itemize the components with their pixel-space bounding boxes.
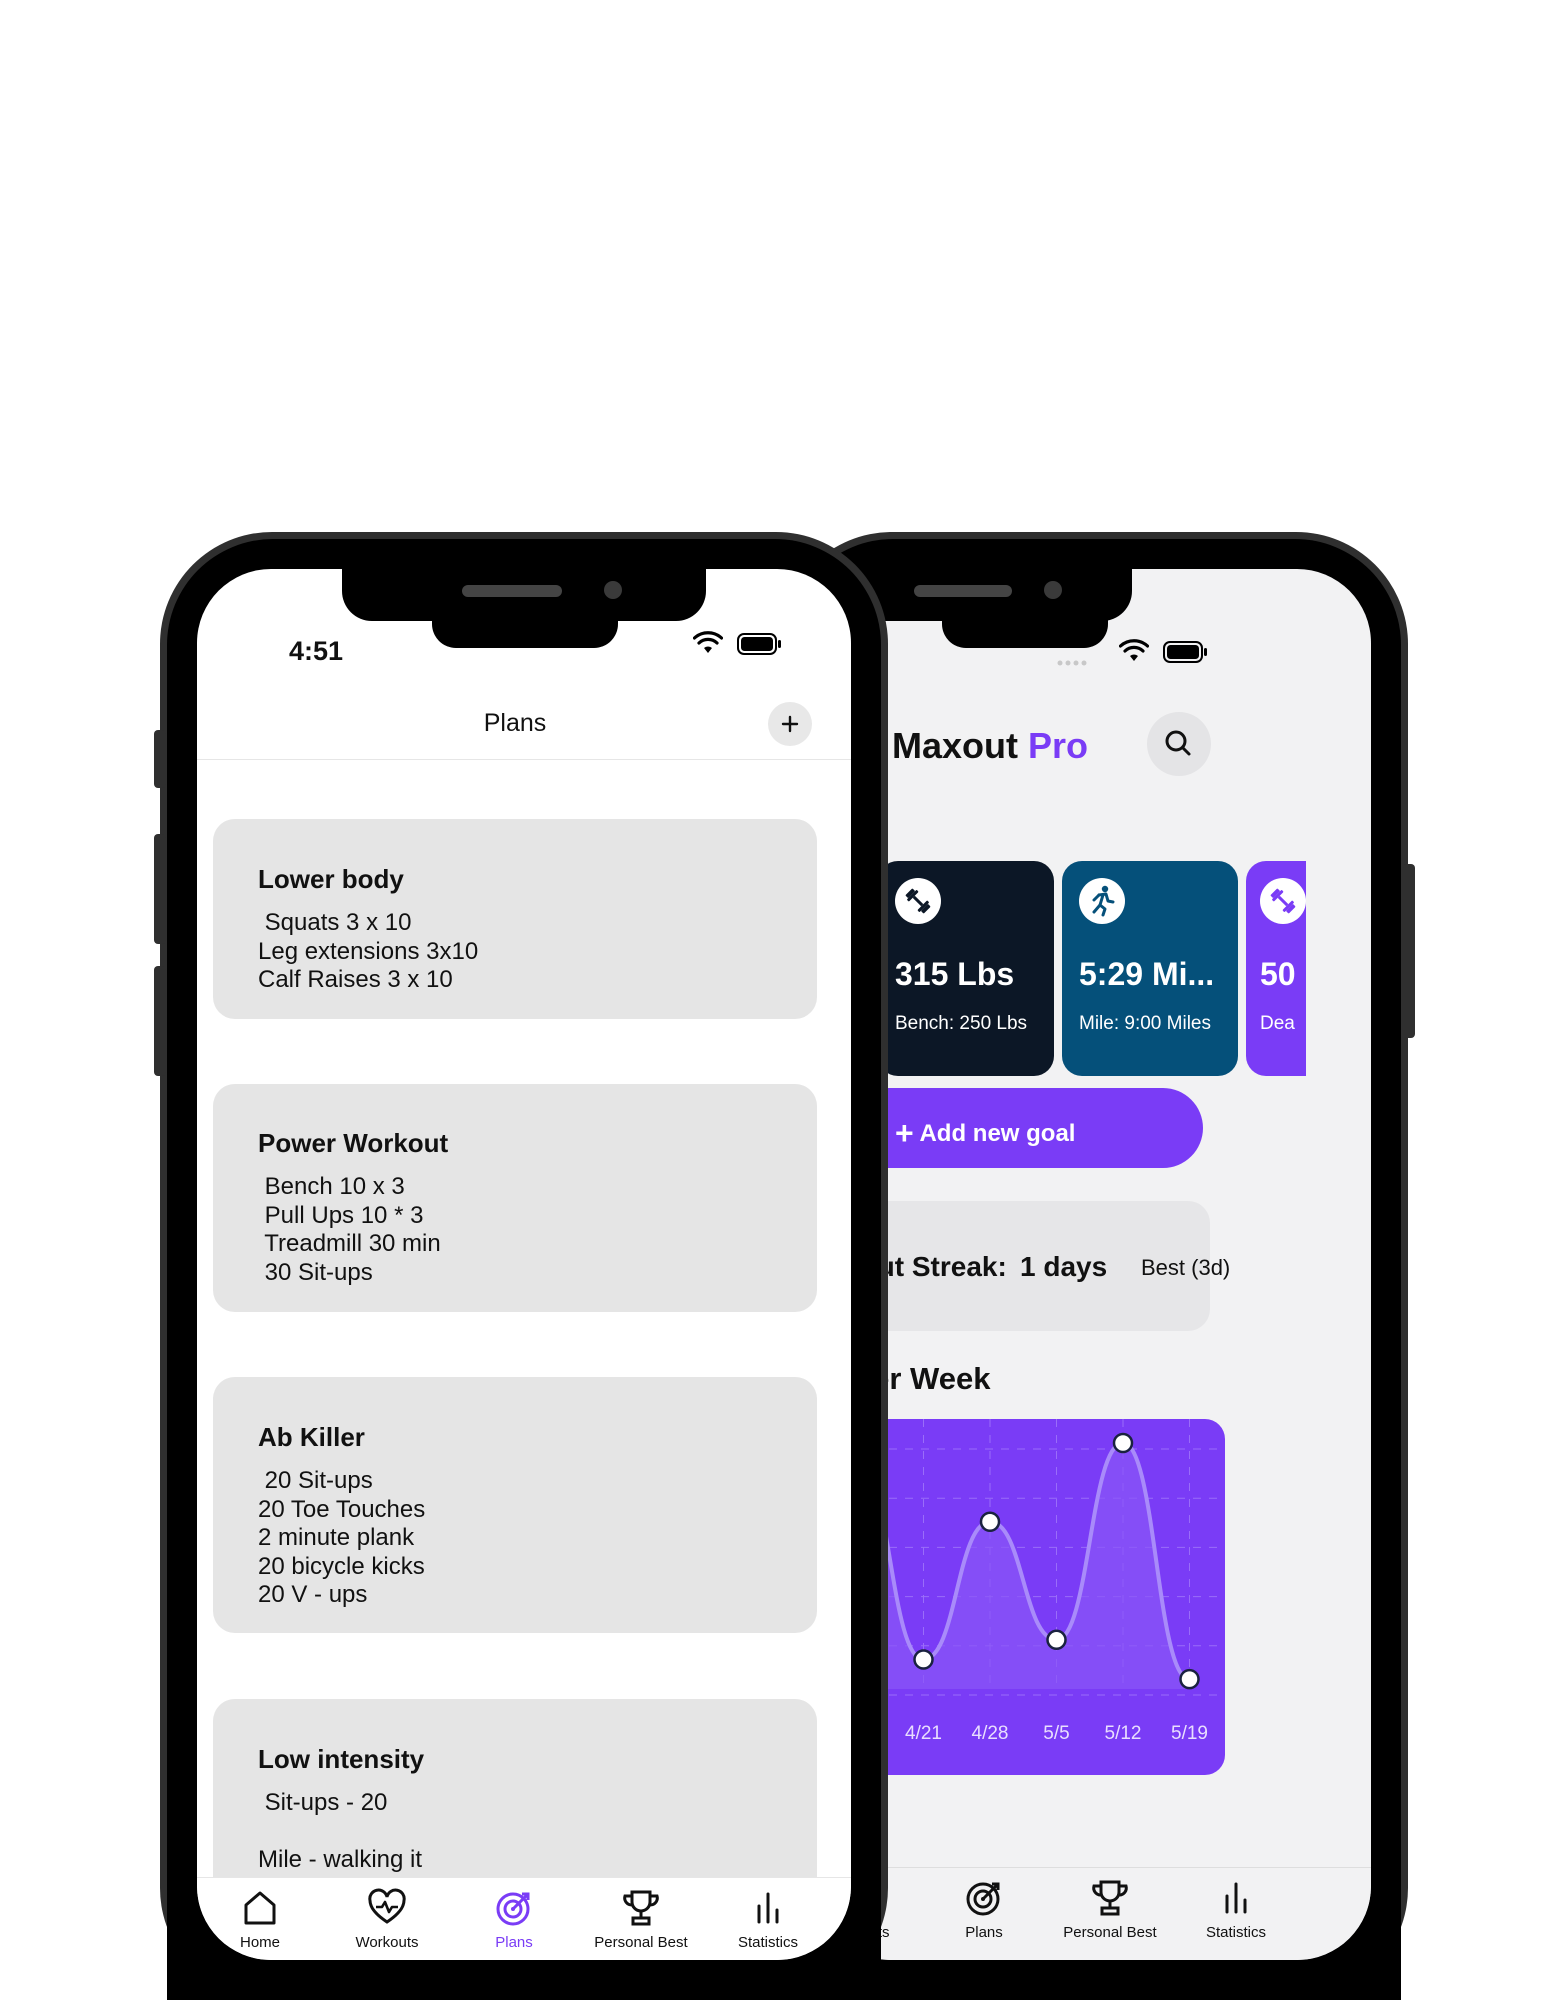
volume-down-button (154, 966, 166, 1076)
speaker-grille (462, 585, 562, 597)
mute-switch (154, 730, 166, 788)
add-plan-button[interactable] (768, 702, 812, 746)
tab-label: Statistics (737, 1934, 798, 1951)
plus-icon: + (895, 1115, 914, 1151)
goal-value: 5:29 Mi... (1079, 956, 1215, 992)
search-icon (1165, 730, 1191, 756)
chart-point (1112, 1432, 1134, 1454)
battery-icon (1163, 641, 1209, 668)
tab-statistics[interactable]: Statistics (1173, 1878, 1299, 1941)
plan-body: Bench 10 x 3 Pull Ups 10 * 3 Treadmill 3… (264, 1173, 441, 1286)
plan-title: Power Workout (258, 1128, 449, 1158)
app-title-main: Maxout (892, 725, 1018, 766)
plan-card[interactable]: Ab Killer 20 Sit-ups 20 Toe Touches 2 mi… (213, 1377, 817, 1633)
tab-workouts[interactable]: Workouts (324, 1888, 450, 1951)
signal-dots-icon (1057, 653, 1097, 666)
tab-label: Statistics (1205, 1924, 1266, 1941)
camera-icon (1044, 581, 1062, 599)
status-time: 4:51 (289, 636, 344, 666)
streak-best: Best (3d) (1141, 1255, 1231, 1280)
x-tick-label: 4/28 (972, 1723, 1009, 1744)
heart-pulse-icon (368, 1888, 406, 1924)
goal-value: 50 (1260, 956, 1296, 992)
tab-plans[interactable]: Plans (921, 1878, 1047, 1941)
runner-icon (1079, 878, 1125, 924)
home-icon (244, 1891, 276, 1925)
tab-label: Personal Best (594, 1934, 688, 1951)
goal-subtitle: Bench: 250 Lbs (895, 1013, 1028, 1034)
plan-title: Ab Killer (258, 1422, 365, 1452)
search-button[interactable] (1147, 712, 1211, 776)
tab-label: Personal Best (1063, 1924, 1157, 1941)
goal-subtitle: Dea (1260, 1013, 1295, 1034)
power-button (1403, 864, 1415, 1038)
plan-body: 20 Sit-ups 20 Toe Touches 2 minute plank… (258, 1467, 426, 1608)
tab-personal-best[interactable]: Personal Best (1047, 1878, 1173, 1941)
chart-point (1179, 1668, 1200, 1690)
wifi-icon (1118, 639, 1150, 668)
plan-card[interactable]: Lower body Squats 3 x 10 Leg extensions … (213, 819, 817, 1019)
streak-value: 1 days (1020, 1251, 1108, 1282)
chart-point (913, 1649, 934, 1670)
target-icon (496, 1892, 530, 1926)
tab-personal-best[interactable]: Personal Best (578, 1888, 704, 1951)
front-phone-notch (342, 569, 706, 621)
add-goal-label: Add new goal (919, 1120, 1076, 1147)
plan-body: Sit-ups - 20 Mile - walking it (258, 1789, 423, 1873)
tab-label: Workouts (355, 1934, 419, 1951)
dumbbell-icon (895, 878, 941, 924)
plan-title: Low intensity (258, 1744, 425, 1774)
tab-label: Plans (495, 1934, 533, 1951)
front-phone-screen: 4:51 Plans Lower body Squats 3 x 10 Leg … (197, 569, 851, 1960)
x-tick-label: 5/12 (1105, 1723, 1142, 1744)
plan-title: Lower body (258, 864, 404, 894)
plan-body: Squats 3 x 10 Leg extensions 3x10 Calf R… (258, 909, 479, 993)
dumbbell-icon (1260, 878, 1306, 924)
x-tick-label: 4/21 (905, 1723, 942, 1744)
plus-icon (781, 715, 799, 733)
tab-plans[interactable]: Plans (451, 1888, 577, 1951)
goal-card-bench[interactable]: 315 Lbs Bench: 250 Lbs (878, 861, 1054, 1076)
goal-value: 315 Lbs (895, 956, 1015, 992)
bar-chart-icon (757, 1892, 779, 1924)
goal-card-mile[interactable]: 5:29 Mi... Mile: 9:00 Miles (1062, 861, 1238, 1076)
app-title-accent: Pro (1028, 725, 1089, 766)
trophy-icon (1092, 1880, 1128, 1916)
trophy-icon (623, 1890, 659, 1926)
camera-icon (604, 581, 622, 599)
battery-icon (737, 633, 783, 660)
nav-divider (197, 759, 851, 760)
wifi-icon (692, 631, 724, 660)
chart-point (979, 1511, 1001, 1532)
app-title: Maxout Pro (892, 725, 1088, 767)
back-phone-island (942, 618, 1108, 648)
front-tab-bar: Home Workouts Plans Personal Best Statis… (197, 1877, 851, 1960)
back-tab-bar: Workouts Plans Personal Best Statistics (817, 1867, 1371, 1960)
front-phone-island (432, 618, 618, 648)
target-icon (966, 1882, 1000, 1916)
tab-home[interactable]: Home (197, 1888, 323, 1951)
goal-subtitle: Mile: 9:00 Miles (1079, 1013, 1211, 1034)
page-title: Plans (483, 709, 547, 737)
tab-statistics[interactable]: Statistics (705, 1888, 831, 1951)
x-tick-label: 5/5 (1043, 1723, 1069, 1744)
front-phone: 4:51 Plans Lower body Squats 3 x 10 Leg … (160, 532, 888, 2000)
goal-card-deadlift[interactable]: 50 Dea (1246, 861, 1306, 1076)
chart-point (1046, 1629, 1067, 1651)
x-tick-label: 5/19 (1171, 1723, 1208, 1744)
volume-up-button (154, 834, 166, 944)
speaker-grille (914, 585, 1012, 597)
tab-label: Plans (965, 1924, 1003, 1941)
bar-chart-icon (1225, 1882, 1247, 1914)
tab-label: Home (239, 1934, 280, 1951)
plan-card[interactable]: Power Workout Bench 10 x 3 Pull Ups 10 *… (213, 1084, 817, 1312)
back-phone-screen: Maxout Pro s 315 Lbs Bench: 250 Lbs 5:29… (817, 569, 1371, 1960)
